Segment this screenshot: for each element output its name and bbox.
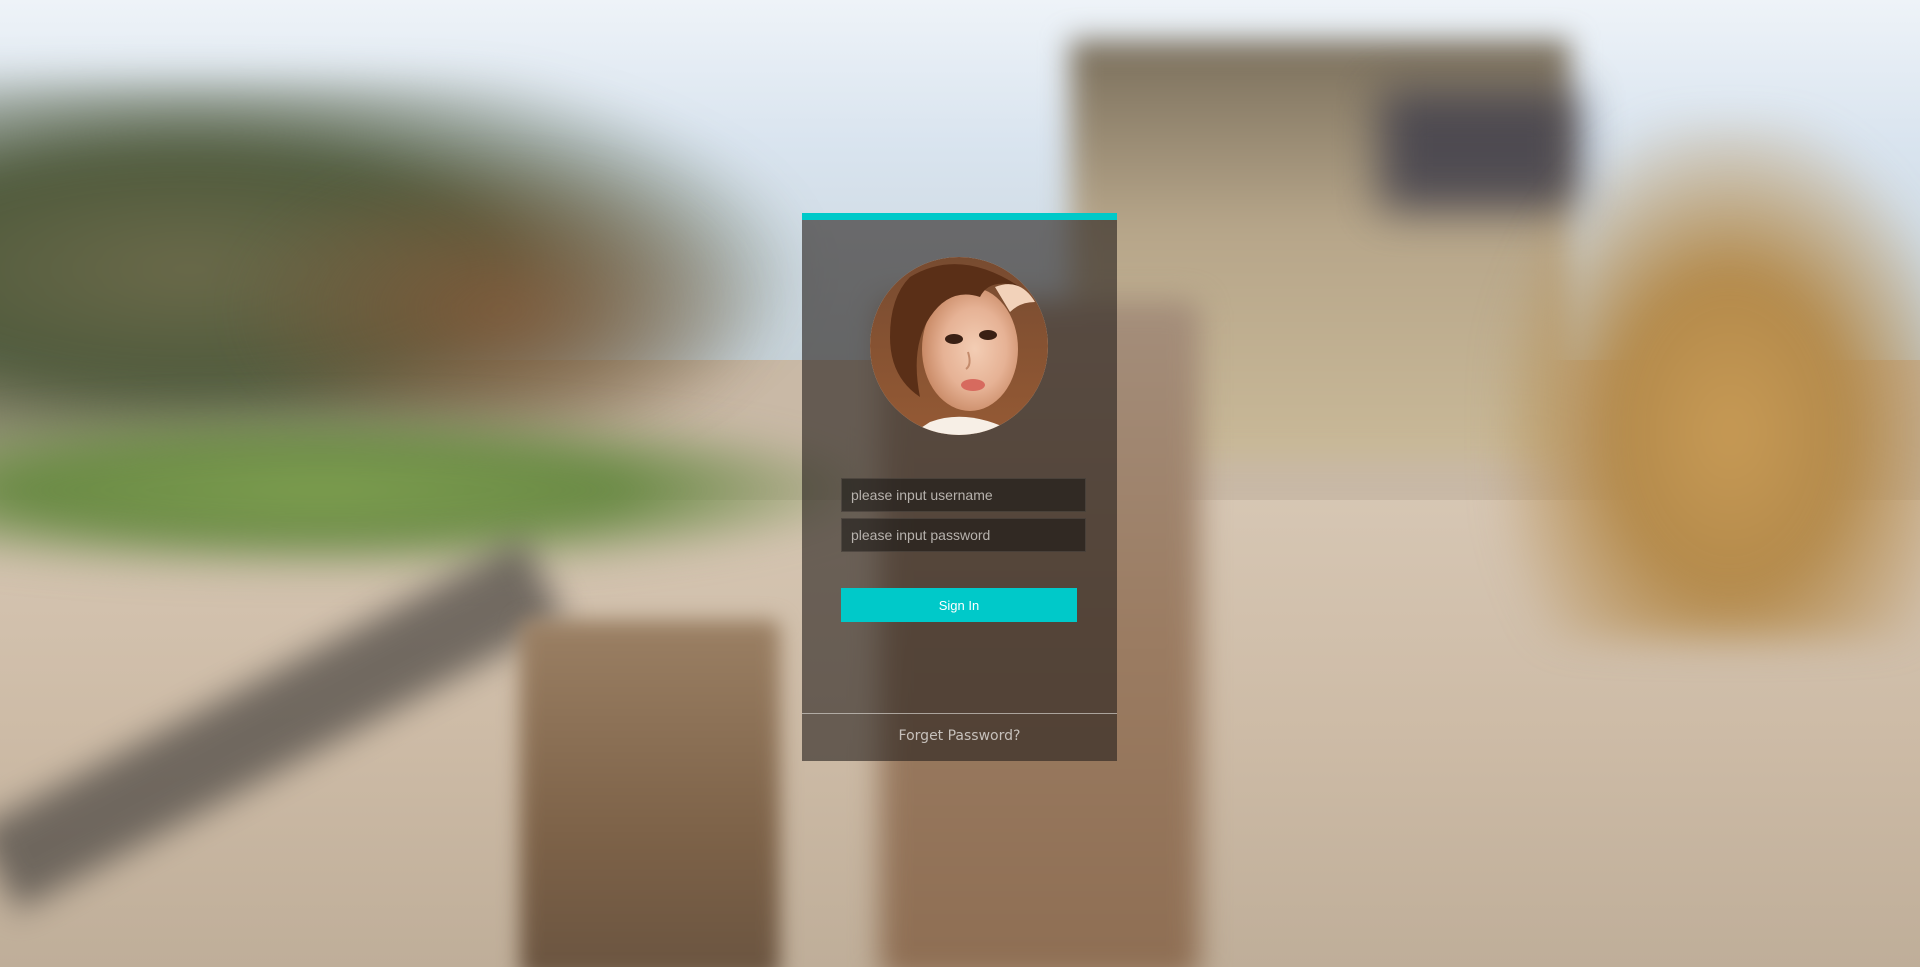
footer-divider bbox=[802, 713, 1117, 714]
avatar-photo-icon bbox=[870, 257, 1048, 435]
forget-password-link[interactable]: Forget Password? bbox=[802, 728, 1117, 744]
sign-in-button[interactable]: Sign In bbox=[841, 588, 1077, 622]
background-dry-grass bbox=[1500, 120, 1920, 640]
user-avatar bbox=[870, 257, 1048, 435]
card-accent-bar bbox=[802, 213, 1117, 220]
password-input[interactable] bbox=[841, 518, 1086, 552]
username-input[interactable] bbox=[841, 478, 1086, 512]
background-grass bbox=[0, 410, 860, 570]
background-cardboard-figure-small bbox=[520, 620, 780, 967]
login-card: Sign In Forget Password? bbox=[802, 213, 1117, 761]
